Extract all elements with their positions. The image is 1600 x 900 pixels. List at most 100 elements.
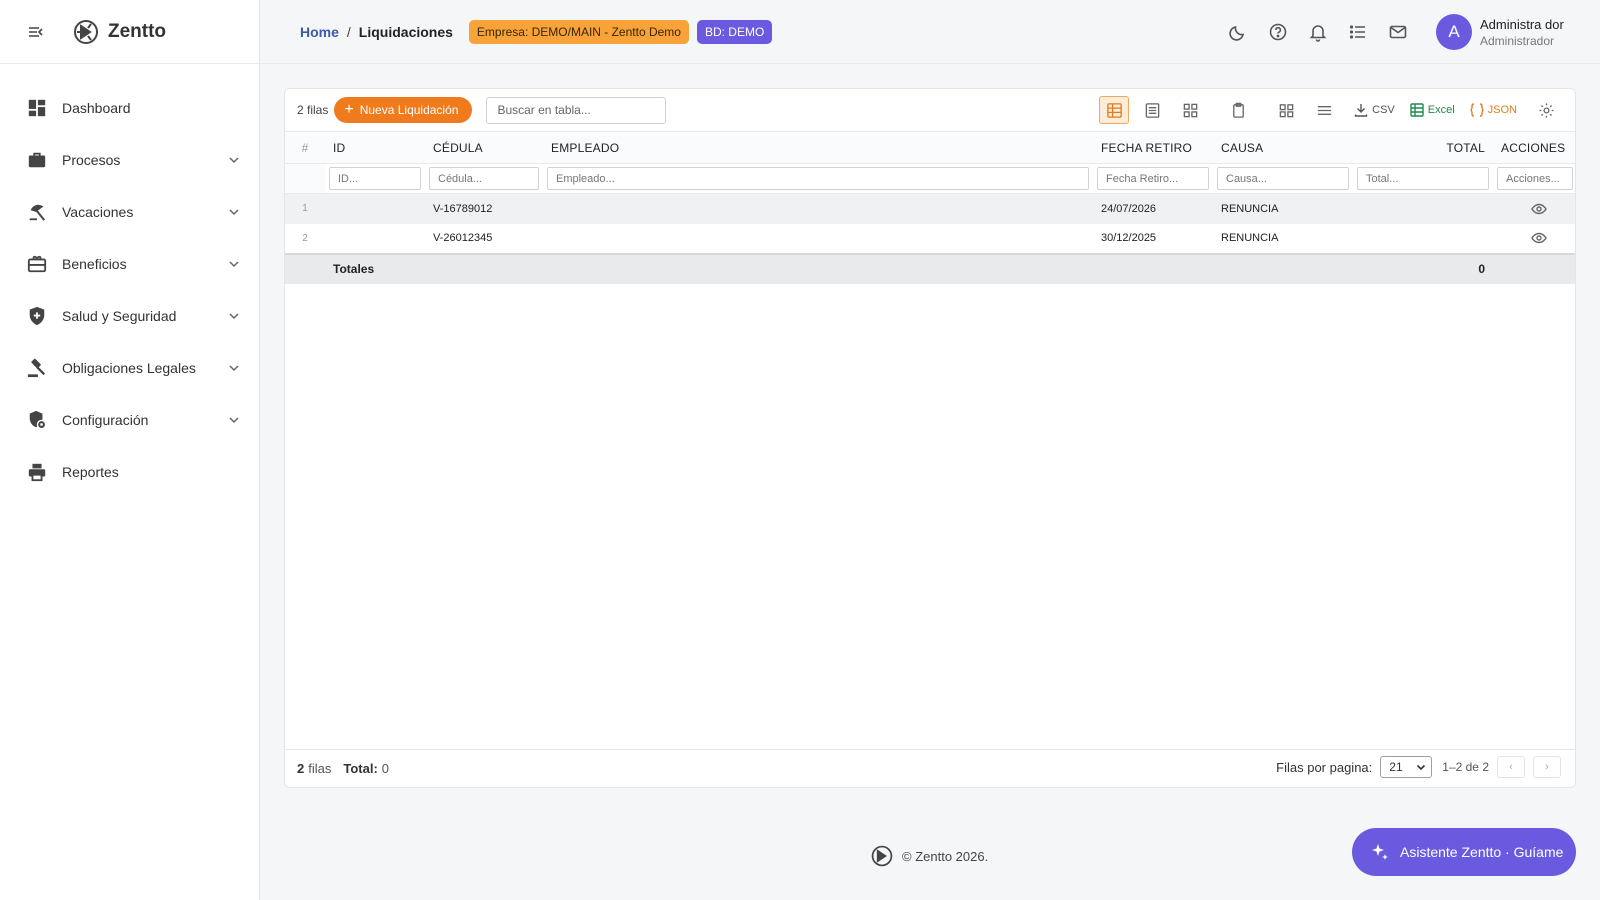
sidebar-item-salud-seguridad[interactable]: Salud y Seguridad [0, 290, 259, 342]
printer-icon [26, 461, 48, 483]
export-excel-button[interactable]: Excel [1409, 102, 1455, 118]
filter-empleado-input[interactable] [547, 167, 1089, 190]
user-role: Administrador [1480, 33, 1555, 48]
sidebar-item-configuracion[interactable]: Configuración [0, 394, 259, 446]
cell-cedula: V-26012345 [425, 223, 543, 254]
sidebar-item-beneficios[interactable]: Beneficios [0, 238, 259, 290]
density-icon[interactable] [1309, 96, 1339, 124]
filter-cedula-input[interactable] [429, 167, 539, 190]
column-header-causa[interactable]: CAUSA [1213, 131, 1353, 164]
filter-fecha-retiro-input[interactable] [1097, 167, 1209, 190]
row-number: 2 [285, 223, 325, 254]
user-info[interactable]: Administra dor Administrador [1480, 17, 1600, 48]
assistant-label: Asistente Zentto · Guíame [1400, 844, 1564, 860]
sidebar-item-label: Vacaciones [62, 204, 134, 220]
sidebar-item-vacaciones[interactable]: Vacaciones [0, 186, 259, 238]
totals-row: Totales 0 [285, 252, 1575, 284]
breadcrumb-separator: / [346, 23, 351, 40]
sidebar-item-label: Reportes [62, 464, 119, 480]
view-eye-icon[interactable] [1531, 201, 1547, 217]
rows-count: 2 filas [297, 103, 329, 117]
shield-plus-icon [26, 305, 48, 327]
top-header: Home / Liquidaciones Empresa: DEMO/MAIN … [260, 0, 1600, 64]
filter-total-input[interactable] [1357, 167, 1489, 190]
cell-acciones [1493, 193, 1575, 224]
export-csv-label: CSV [1372, 104, 1395, 116]
columns-icon[interactable] [1271, 96, 1301, 124]
clipboard-icon[interactable] [1223, 96, 1253, 124]
zentto-logo-icon [72, 18, 100, 46]
grid-toolbar: 2 filas + Nueva Liquidación CSV Excel J [285, 89, 1575, 131]
database-badge[interactable]: BD: DEMO [696, 19, 773, 44]
sidebar-item-label: Salud y Seguridad [62, 308, 177, 324]
cell-total [1353, 223, 1493, 254]
help-icon[interactable] [1268, 22, 1288, 42]
column-header-total[interactable]: TOTAL [1353, 131, 1493, 164]
cell-fecha-retiro: 30/12/2025 [1093, 223, 1213, 254]
brand-name: Zentto [108, 20, 167, 42]
sidebar-item-dashboard[interactable]: Dashboard [0, 82, 259, 134]
filter-acciones-input[interactable] [1497, 167, 1573, 190]
cell-causa: RENUNCIA [1213, 193, 1353, 224]
prev-page-button[interactable]: ‹ [1497, 756, 1525, 778]
breadcrumb-home-link[interactable]: Home [300, 24, 339, 40]
cell-id [325, 223, 425, 254]
download-icon [1354, 104, 1368, 117]
chevron-down-icon[interactable] [227, 361, 241, 375]
excel-icon [1410, 103, 1424, 117]
table-row[interactable]: 2 V-26012345 30/12/2025 RENUNCIA [285, 223, 1575, 254]
next-page-button[interactable]: › [1533, 756, 1561, 778]
beach-icon [26, 201, 48, 223]
breadcrumb-current: Liquidaciones [358, 23, 453, 40]
chevron-down-icon[interactable] [227, 205, 241, 219]
chevron-down-icon[interactable] [227, 413, 241, 427]
new-liquidacion-label: Nueva Liquidación [359, 103, 459, 117]
collapse-menu-icon[interactable] [26, 22, 46, 42]
user-name: Administra dor [1480, 16, 1564, 32]
view-eye-icon[interactable] [1531, 230, 1547, 246]
company-badge[interactable]: Empresa: DEMO/MAIN - Zentto Demo [468, 19, 689, 44]
sidebar-item-procesos[interactable]: Procesos [0, 134, 259, 186]
chevron-down-icon[interactable] [227, 153, 241, 167]
table-search-input[interactable] [486, 96, 667, 124]
assistant-guide-button[interactable]: Asistente Zentto · Guíame [1352, 828, 1576, 876]
grid-view-icon[interactable] [1175, 96, 1205, 124]
notifications-bell-icon[interactable] [1308, 22, 1328, 42]
liquidaciones-table: # ID CÉDULA EMPLEADO FECHA RETIRO CAUSA … [285, 131, 1575, 284]
task-list-icon[interactable] [1348, 22, 1368, 42]
table-row[interactable]: 1 V-16789012 24/07/2026 RENUNCIA [285, 193, 1575, 224]
sidebar-item-obligaciones-legales[interactable]: Obligaciones Legales [0, 342, 259, 394]
rows-per-page-select[interactable]: 21 [1380, 756, 1433, 778]
new-liquidacion-button[interactable]: + Nueva Liquidación [334, 97, 473, 123]
chevron-down-icon[interactable] [227, 257, 241, 271]
mail-icon[interactable] [1388, 22, 1408, 42]
column-header-id[interactable]: ID [325, 131, 425, 164]
export-csv-button[interactable]: CSV [1353, 102, 1395, 118]
column-header-acciones: ACCIONES [1493, 131, 1575, 164]
sidebar-item-label: Beneficios [62, 256, 127, 272]
column-header-fecha-retiro[interactable]: FECHA RETIRO [1093, 131, 1213, 164]
grid-settings-gear-icon[interactable] [1531, 96, 1561, 124]
page-range: 1–2 de 2 [1442, 760, 1489, 774]
list-view-icon[interactable] [1137, 96, 1167, 124]
user-avatar[interactable]: A [1436, 14, 1472, 50]
chevron-down-icon[interactable] [227, 309, 241, 323]
totals-empty [285, 252, 325, 284]
table-view-icon[interactable] [1099, 96, 1130, 124]
cell-cedula: V-16789012 [425, 193, 543, 224]
dark-mode-icon[interactable] [1228, 22, 1248, 42]
dashboard-icon [26, 97, 48, 119]
column-header-empleado[interactable]: EMPLEADO [543, 131, 1093, 164]
filter-causa-input[interactable] [1217, 167, 1349, 190]
sidebar-nav: Dashboard Procesos Vacaciones Beneficios… [0, 64, 259, 498]
column-header-cedula[interactable]: CÉDULA [425, 131, 543, 164]
filter-id-input[interactable] [329, 167, 421, 190]
view-tools: CSV Excel JSON [1091, 96, 1561, 124]
header-row: # ID CÉDULA EMPLEADO FECHA RETIRO CAUSA … [285, 131, 1575, 164]
export-json-button[interactable]: JSON [1469, 102, 1517, 118]
sidebar-item-label: Procesos [62, 152, 121, 168]
filter-cell-empty [285, 163, 325, 194]
pagination: Filas por pagina: 21 1–2 de 2 ‹ › [1276, 756, 1561, 778]
sidebar-item-reportes[interactable]: Reportes [0, 446, 259, 498]
column-header-num: # [285, 131, 325, 164]
